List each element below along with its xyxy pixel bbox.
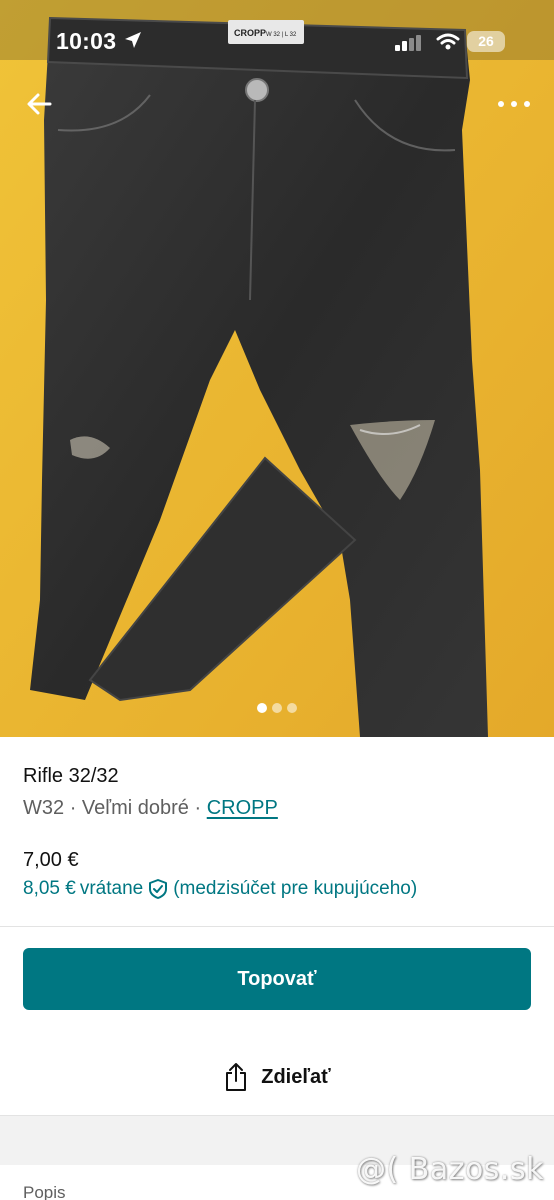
watermark: @( Bazos.sk <box>356 1152 544 1187</box>
status-bar: 10:03 26 <box>0 0 554 80</box>
buyer-price-label: vrátane <box>79 878 144 899</box>
meta-separator: · <box>69 797 77 819</box>
buyer-price: 8,05 € <box>23 878 76 899</box>
divider <box>0 926 554 927</box>
product-photo[interactable]: CROPP W 32 | L 32 10:03 26 <box>0 0 554 737</box>
share-label: Zdieľať <box>261 1065 331 1088</box>
item-condition: Veľmi dobré <box>81 797 189 819</box>
signal-icon <box>395 35 421 51</box>
item-title: Rifle 32/32 <box>23 765 119 787</box>
wifi-icon <box>436 33 460 50</box>
item-size: W32 <box>23 797 65 819</box>
listing-details: Rifle 32/32 W32 · Veľmi dobré · CROPP 7,… <box>0 737 554 1200</box>
item-price: 7,00 € <box>23 849 79 871</box>
gallery-dot[interactable] <box>257 703 267 713</box>
battery-indicator: 26 <box>467 31 505 52</box>
brand-link[interactable]: CROPP <box>207 797 278 819</box>
item-meta: W32 · Veľmi dobré · CROPP <box>23 797 278 820</box>
description-label: Popis <box>23 1183 66 1200</box>
buyer-price-note: (medzisúčet pre kupujúceho) <box>173 878 418 899</box>
gallery-dot[interactable] <box>272 703 282 713</box>
gallery-dot[interactable] <box>287 703 297 713</box>
gallery-pagination <box>0 703 554 713</box>
jeans-image: CROPP W 32 | L 32 <box>0 0 554 737</box>
arrow-left-icon[interactable] <box>24 88 56 120</box>
buyer-price-info[interactable]: 8,05 € vrátane (medzisúčet pre kupujúceh… <box>23 878 417 900</box>
shield-check-icon <box>149 879 168 899</box>
status-time: 10:03 <box>56 28 117 54</box>
location-arrow-icon <box>125 32 141 48</box>
more-horizontal-icon[interactable] <box>496 94 532 114</box>
meta-separator: · <box>194 797 202 819</box>
bump-button[interactable]: Topovať <box>23 948 531 1010</box>
share-button[interactable]: Zdieľať <box>0 1055 554 1099</box>
share-icon <box>226 1063 247 1091</box>
